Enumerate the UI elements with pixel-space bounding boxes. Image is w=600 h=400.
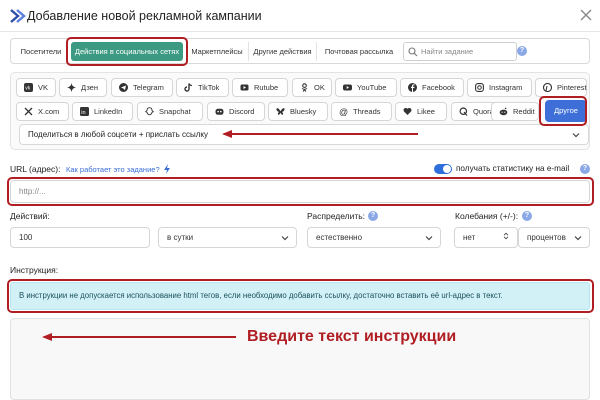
- chevron-down-icon: [572, 133, 580, 138]
- chip-rutube[interactable]: Rutube: [232, 78, 288, 97]
- header-divider: [0, 31, 600, 32]
- social-network-panel: vk VK Дзен Telegram TikTok Rutube OK You…: [10, 72, 590, 150]
- chevron-down-icon: [281, 236, 289, 241]
- share-mode-value: Поделиться в любой соцсети + прислать сс…: [28, 130, 208, 139]
- chevron-down-icon: [574, 236, 582, 241]
- ok-icon: [301, 83, 308, 92]
- instruction-info-note: В инструкции не допускается использовани…: [10, 282, 590, 310]
- snapchat-icon: [145, 107, 154, 116]
- chip-facebook[interactable]: Facebook: [400, 78, 464, 97]
- url-label: URL (адрес):: [10, 164, 61, 174]
- svg-text:in: in: [81, 110, 85, 116]
- tab-social-actions[interactable]: Действия в социальных сетях: [71, 42, 183, 61]
- distribute-label: Распределить:: [307, 211, 366, 221]
- linkedin-icon: in: [80, 107, 89, 116]
- svg-text:vk: vk: [25, 86, 31, 92]
- chip-discord[interactable]: Discord: [207, 102, 265, 121]
- likee-icon: [403, 107, 412, 115]
- instagram-icon: [475, 83, 484, 92]
- dialog-header: Добавление новой рекламной кампании: [0, 0, 600, 32]
- logo-icon: [10, 9, 26, 23]
- telegram-icon: [119, 83, 128, 92]
- threads-icon: @: [339, 107, 348, 116]
- chip-snapchat[interactable]: Snapchat: [137, 102, 203, 121]
- chip-reddit[interactable]: Reddit: [491, 102, 539, 121]
- x-icon: [24, 107, 33, 116]
- chip-tiktok[interactable]: TikTok: [176, 78, 229, 97]
- category-tabs: Посетители Действия в социальных сетях М…: [10, 38, 590, 64]
- email-stats-label: получать статистику на e-mail: [456, 164, 570, 173]
- fluctuation-value: нет: [463, 233, 476, 242]
- chip-likee[interactable]: Likee: [395, 102, 447, 121]
- email-stats-toggle[interactable]: [434, 164, 452, 174]
- youtube-icon: [343, 84, 352, 91]
- fluctuation-help-icon[interactable]: ?: [522, 211, 532, 221]
- chevron-down-icon: [425, 236, 433, 241]
- pointer-arrow-icon: [42, 333, 236, 341]
- quora-icon: [459, 107, 468, 116]
- actions-count-input[interactable]: 100: [10, 227, 150, 248]
- rutube-icon: [240, 84, 249, 91]
- search-input[interactable]: Найти задание: [403, 42, 517, 61]
- chip-dzen[interactable]: Дзен: [59, 78, 107, 97]
- other-button[interactable]: Другое: [545, 100, 587, 122]
- chip-youtube[interactable]: YouTube: [335, 78, 397, 97]
- tab-other-actions[interactable]: Другие действия: [249, 42, 317, 61]
- period-value: в сутки: [167, 233, 194, 242]
- bluesky-icon: [276, 108, 285, 115]
- search-icon: [408, 47, 418, 57]
- distribute-select[interactable]: естественно: [307, 227, 441, 248]
- url-input[interactable]: http://...: [10, 180, 590, 203]
- tab-mailing[interactable]: Почтовая рассылка: [317, 42, 401, 61]
- vk-icon: vk: [24, 83, 33, 92]
- chip-linkedin[interactable]: in LinkedIn: [72, 102, 133, 121]
- fluctuation-label: Колебания (+/-):: [455, 211, 519, 221]
- pointer-arrow-icon: [222, 130, 418, 138]
- lightning-icon: [164, 164, 170, 174]
- instruction-overlay-text: Введите текст инструкции: [247, 328, 457, 345]
- help-icon[interactable]: ?: [517, 46, 527, 56]
- chip-instagram[interactable]: Instagram: [467, 78, 532, 97]
- svg-text:@: @: [339, 107, 348, 116]
- pinterest-icon: [543, 83, 552, 92]
- email-help-icon[interactable]: ?: [580, 164, 590, 174]
- fluctuation-unit-value: процентов: [527, 233, 566, 242]
- distribute-value: естественно: [316, 233, 363, 242]
- updown-icon: [503, 232, 509, 240]
- chip-ok[interactable]: OK: [292, 78, 332, 97]
- chip-vk[interactable]: vk VK: [16, 78, 56, 97]
- fluctuation-unit-select[interactable]: процентов: [518, 227, 590, 248]
- chip-pinterest[interactable]: Pinterest: [535, 78, 587, 97]
- chip-x[interactable]: X.com: [16, 102, 69, 121]
- how-it-works-link[interactable]: Как работает это задание?: [66, 165, 160, 174]
- tab-visitors[interactable]: Посетители: [15, 42, 68, 61]
- search-placeholder: Найти задание: [421, 47, 474, 56]
- instruction-label: Инструкция:: [10, 265, 59, 275]
- dzen-icon: [67, 83, 76, 92]
- discord-icon: [215, 108, 224, 115]
- fluctuation-select[interactable]: нет: [454, 227, 518, 248]
- period-select[interactable]: в сутки: [158, 227, 297, 248]
- tiktok-icon: [184, 83, 193, 92]
- distribute-help-icon[interactable]: ?: [368, 211, 378, 221]
- chip-bluesky[interactable]: Bluesky: [268, 102, 328, 121]
- tab-marketplaces[interactable]: Маркетплейсы: [186, 42, 249, 61]
- chip-telegram[interactable]: Telegram: [111, 78, 173, 97]
- dialog-title: Добавление новой рекламной кампании: [27, 9, 262, 23]
- close-icon[interactable]: [579, 8, 593, 22]
- actions-label: Действий:: [10, 211, 50, 221]
- facebook-icon: [408, 83, 417, 92]
- reddit-icon: [499, 107, 508, 116]
- chip-threads[interactable]: @ Threads: [331, 102, 392, 121]
